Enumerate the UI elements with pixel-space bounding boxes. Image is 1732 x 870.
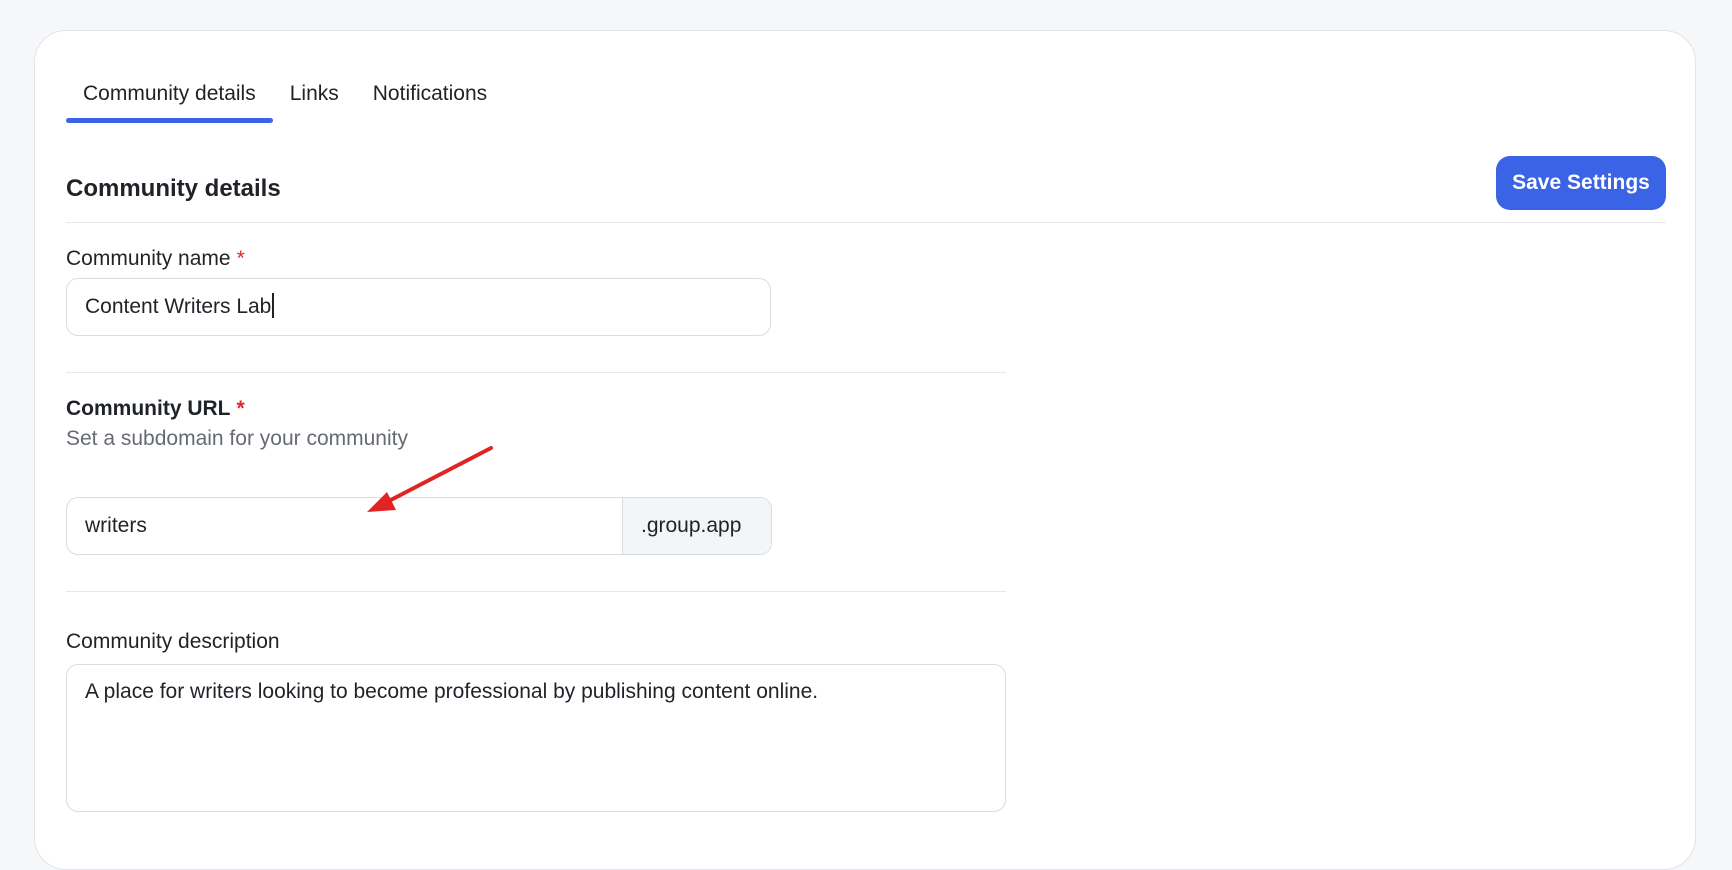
text-caret (272, 292, 275, 318)
settings-card: Community details Links Notifications Co… (34, 30, 1696, 870)
tab-notifications[interactable]: Notifications (356, 73, 504, 123)
community-url-field: writers .group.app (66, 497, 772, 555)
url-domain-suffix: .group.app (622, 498, 771, 554)
community-name-label: Community name * (66, 247, 245, 271)
required-mark: * (236, 247, 245, 270)
community-name-value: Content Writers Lab (85, 295, 272, 318)
community-url-label: Community URL * (66, 397, 245, 421)
community-name-input[interactable]: Content Writers Lab (66, 278, 771, 336)
community-url-hint: Set a subdomain for your community (66, 427, 408, 450)
tab-community-details[interactable]: Community details (66, 73, 273, 123)
divider (66, 591, 1006, 592)
required-mark: * (236, 397, 245, 420)
tab-bar: Community details Links Notifications (66, 73, 504, 123)
community-url-label-text: Community URL (66, 397, 231, 420)
section-title: Community details (66, 175, 281, 202)
divider (66, 372, 1006, 373)
tab-links[interactable]: Links (273, 73, 356, 123)
community-name-label-text: Community name (66, 247, 231, 270)
divider (66, 222, 1666, 223)
save-settings-button[interactable]: Save Settings (1496, 156, 1666, 210)
community-url-input[interactable]: writers (67, 498, 622, 554)
community-description-textarea[interactable]: A place for writers looking to become pr… (66, 664, 1006, 812)
community-description-label: Community description (66, 630, 280, 653)
